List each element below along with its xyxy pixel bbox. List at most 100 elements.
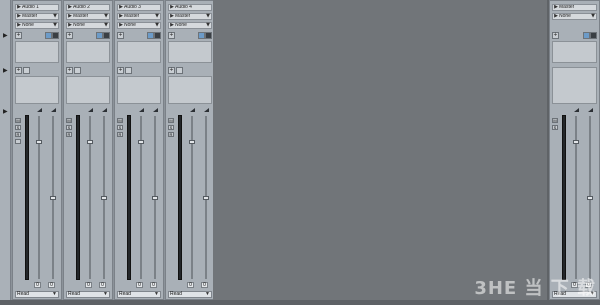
- insert-bypass-icon[interactable]: [103, 32, 110, 39]
- record-button[interactable]: R: [15, 132, 21, 137]
- send-slots[interactable]: [66, 76, 110, 104]
- monitor-button[interactable]: [15, 139, 21, 144]
- output-select[interactable]: ▶ Master ▼: [66, 13, 110, 20]
- add-send-button[interactable]: +: [168, 67, 175, 74]
- volume-mode-icon[interactable]: [588, 108, 593, 112]
- volume-fader-knob[interactable]: [203, 196, 209, 200]
- volume-value[interactable]: 0: [150, 282, 157, 288]
- volume-value[interactable]: 0: [48, 282, 55, 288]
- input-select[interactable]: ▶ None ▼: [15, 22, 59, 29]
- pan-value[interactable]: 0: [85, 282, 92, 288]
- send-settings-icon[interactable]: [125, 67, 132, 74]
- mute-button[interactable]: M: [168, 118, 174, 123]
- volume-mode-icon[interactable]: [153, 108, 158, 112]
- pan-mode-icon[interactable]: [574, 108, 579, 112]
- automation-mode-select[interactable]: Read ▼: [15, 291, 59, 298]
- send-slots[interactable]: [168, 76, 212, 104]
- pan-slider-knob[interactable]: [36, 140, 42, 144]
- volume-mode-icon[interactable]: [51, 108, 56, 112]
- automation-mode-select[interactable]: Read ▼: [168, 291, 212, 298]
- insert-slots[interactable]: [66, 41, 110, 63]
- solo-button[interactable]: S: [15, 125, 21, 130]
- automation-mode-select[interactable]: Read ▼: [117, 291, 161, 298]
- send-slots[interactable]: [117, 76, 161, 104]
- insert-bypass-icon[interactable]: [154, 32, 161, 39]
- output-select[interactable]: ▶ Master ▼: [168, 13, 212, 20]
- bottom-scrollbar[interactable]: [0, 300, 600, 305]
- volume-value[interactable]: 0: [99, 282, 106, 288]
- mute-button[interactable]: M: [117, 118, 123, 123]
- expand-arrow-icon[interactable]: ▶: [3, 109, 8, 115]
- input-select[interactable]: ▶ None ▼: [117, 22, 161, 29]
- pan-slider-knob[interactable]: [189, 140, 195, 144]
- record-button[interactable]: R: [66, 132, 72, 137]
- insert-slots[interactable]: [117, 41, 161, 63]
- pan-mode-icon[interactable]: [37, 108, 42, 112]
- insert-bypass-icon[interactable]: [52, 32, 59, 39]
- fader-area: M S R 0 0: [117, 106, 161, 291]
- output-select[interactable]: ▶ Master ▼: [15, 13, 59, 20]
- record-button[interactable]: R: [168, 132, 174, 137]
- input-select[interactable]: ▶ None ▼: [168, 22, 212, 29]
- mute-button[interactable]: M: [66, 118, 72, 123]
- add-send-button[interactable]: +: [66, 67, 73, 74]
- insert-slots[interactable]: [552, 41, 597, 63]
- add-send-button[interactable]: +: [15, 67, 22, 74]
- solo-button[interactable]: S: [168, 125, 174, 130]
- solo-button[interactable]: S: [117, 125, 123, 130]
- track-name-row[interactable]: ▶ Audio 4: [168, 4, 212, 11]
- expand-arrow-icon[interactable]: ▶: [3, 68, 8, 74]
- solo-button[interactable]: S: [552, 125, 558, 130]
- pan-mode-icon[interactable]: [88, 108, 93, 112]
- volume-mode-icon[interactable]: [102, 108, 107, 112]
- solo-button[interactable]: S: [66, 125, 72, 130]
- add-insert-button[interactable]: +: [66, 32, 73, 39]
- add-send-button[interactable]: +: [117, 67, 124, 74]
- track-name-row[interactable]: ▶ Audio 1: [15, 4, 59, 11]
- track-name-row[interactable]: ▶ Audio 3: [117, 4, 161, 11]
- volume-value[interactable]: 0: [201, 282, 208, 288]
- pan-mode-icon[interactable]: [139, 108, 144, 112]
- mute-button[interactable]: M: [15, 118, 21, 123]
- insert-slots[interactable]: [168, 41, 212, 63]
- insert-slots[interactable]: [15, 41, 59, 63]
- pan-slider-knob[interactable]: [87, 140, 93, 144]
- master-name-row[interactable]: ▶ Master: [552, 4, 597, 11]
- send-slots[interactable]: [552, 67, 597, 104]
- volume-fader-knob[interactable]: [152, 196, 158, 200]
- volume-fader-knob[interactable]: [50, 196, 56, 200]
- expand-arrow-icon[interactable]: ▶: [3, 33, 8, 39]
- insert-settings-icon[interactable]: [96, 32, 103, 39]
- mute-button[interactable]: M: [552, 118, 558, 123]
- input-select[interactable]: ▶ None ▼: [66, 22, 110, 29]
- record-button[interactable]: R: [117, 132, 123, 137]
- insert-settings-icon[interactable]: [147, 32, 154, 39]
- send-settings-icon[interactable]: [74, 67, 81, 74]
- insert-settings-icon[interactable]: [198, 32, 205, 39]
- pan-mode-icon[interactable]: [190, 108, 195, 112]
- output-select[interactable]: ▶ Master ▼: [117, 13, 161, 20]
- pan-value[interactable]: 0: [187, 282, 194, 288]
- send-settings-icon[interactable]: [23, 67, 30, 74]
- insert-bypass-icon[interactable]: [205, 32, 212, 39]
- add-insert-button[interactable]: +: [168, 32, 175, 39]
- volume-fader-knob[interactable]: [587, 196, 593, 200]
- pan-value[interactable]: 0: [34, 282, 41, 288]
- insert-bypass-icon[interactable]: [590, 32, 597, 39]
- automation-mode-select[interactable]: Read ▼: [66, 291, 110, 298]
- chevron-down-icon: ▼: [53, 13, 57, 19]
- volume-mode-icon[interactable]: [204, 108, 209, 112]
- pan-value[interactable]: 0: [136, 282, 143, 288]
- track-name-row[interactable]: ▶ Audio 2: [66, 4, 110, 11]
- volume-fader-knob[interactable]: [101, 196, 107, 200]
- add-insert-button[interactable]: +: [117, 32, 124, 39]
- add-insert-button[interactable]: +: [15, 32, 22, 39]
- pan-slider-knob[interactable]: [138, 140, 144, 144]
- add-insert-button[interactable]: +: [552, 32, 559, 39]
- send-settings-icon[interactable]: [176, 67, 183, 74]
- master-input-select[interactable]: ▶ None ▼: [552, 13, 597, 20]
- insert-settings-icon[interactable]: [583, 32, 590, 39]
- pan-slider-knob[interactable]: [573, 140, 579, 144]
- send-slots[interactable]: [15, 76, 59, 104]
- insert-settings-icon[interactable]: [45, 32, 52, 39]
